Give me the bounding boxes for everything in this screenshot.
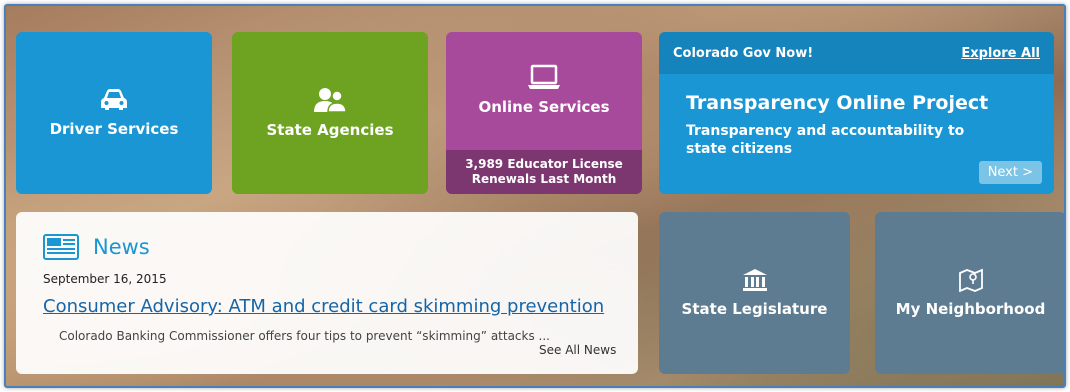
gov-now-title: Colorado Gov Now! xyxy=(673,45,814,61)
my-neighborhood-label: My Neighborhood xyxy=(895,300,1046,318)
state-legislature-tile[interactable]: State Legislature xyxy=(659,212,850,374)
driver-services-tile[interactable]: Driver Services xyxy=(16,32,212,194)
explore-all-link[interactable]: Explore All xyxy=(961,46,1040,61)
capitol-building-icon xyxy=(742,269,767,291)
feature-description: Transparency and accountability to state… xyxy=(686,123,965,157)
news-label: News xyxy=(93,235,150,259)
people-icon xyxy=(314,88,347,113)
car-icon xyxy=(101,89,127,110)
news-panel: News September 16, 2015 Consumer Advisor… xyxy=(16,212,638,374)
map-icon xyxy=(958,268,983,292)
news-heading: News xyxy=(43,234,150,260)
gov-now-header: Colorado Gov Now! Explore All xyxy=(659,32,1054,74)
educator-license-stat: 3,989 Educator License Renewals Last Mon… xyxy=(446,150,642,194)
state-agencies-tile[interactable]: State Agencies xyxy=(232,32,428,194)
stat-line-1: 3,989 Educator License xyxy=(465,157,623,171)
online-services-label: Online Services xyxy=(478,98,610,116)
state-agencies-label: State Agencies xyxy=(266,121,394,139)
news-teaser: Colorado Banking Commissioner offers fou… xyxy=(59,329,550,343)
feature-title[interactable]: Transparency Online Project xyxy=(686,92,988,114)
see-all-news-link[interactable]: See All News xyxy=(539,343,616,357)
my-neighborhood-tile[interactable]: My Neighborhood xyxy=(875,212,1064,374)
news-date: September 16, 2015 xyxy=(43,272,167,286)
news-headline-link[interactable]: Consumer Advisory: ATM and credit card s… xyxy=(43,296,604,317)
laptop-icon xyxy=(528,64,560,89)
hero-background: Driver Services State Agencies Online Se… xyxy=(4,4,1066,388)
state-legislature-label: State Legislature xyxy=(681,300,828,318)
online-services-tile[interactable]: Online Services 3,989 Educator License R… xyxy=(446,32,642,194)
stat-line-2: Renewals Last Month xyxy=(471,172,617,186)
driver-services-label: Driver Services xyxy=(49,120,179,138)
next-button[interactable]: Next > xyxy=(978,161,1042,184)
gov-now-panel: Colorado Gov Now! Explore All Transparen… xyxy=(659,32,1054,194)
newspaper-icon xyxy=(43,234,79,260)
